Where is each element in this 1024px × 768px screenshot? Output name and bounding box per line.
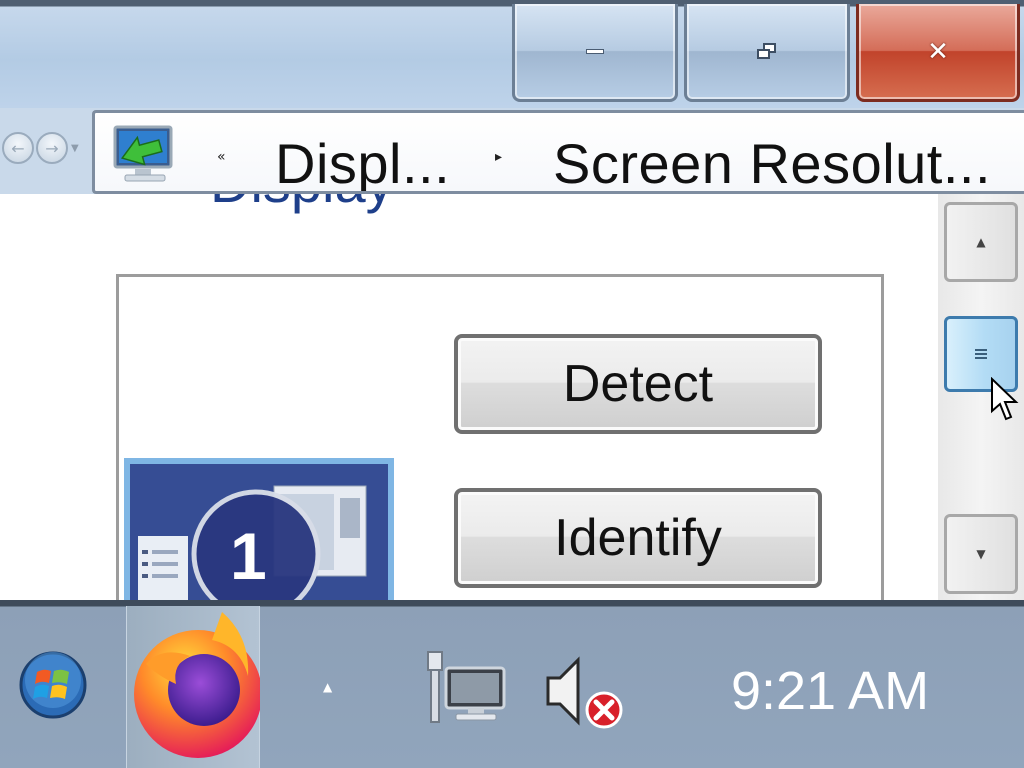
monitor-number-label: 1	[230, 519, 267, 593]
address-bar[interactable]: « Displ... ▸ Screen Resolut...	[92, 110, 1024, 194]
breadcrumb-display[interactable]: Displ...	[275, 131, 450, 191]
scroll-down-button[interactable]: ▼	[944, 514, 1018, 594]
forward-arrow-icon: →	[45, 138, 59, 158]
volume-muted-icon[interactable]	[544, 652, 626, 732]
breadcrumb-overflow-icon[interactable]: «	[217, 149, 226, 165]
breadcrumb-separator-icon[interactable]: ▸	[495, 149, 502, 165]
start-button-icon[interactable]	[18, 650, 88, 720]
detect-button[interactable]: Detect	[454, 334, 822, 434]
breadcrumb-screen-resolution[interactable]: Screen Resolut...	[553, 131, 991, 191]
back-button[interactable]: ←	[2, 132, 34, 164]
grip-icon	[975, 349, 987, 359]
scroll-up-button[interactable]: ▲	[944, 202, 1018, 282]
identify-button[interactable]: Identify	[454, 488, 822, 588]
firefox-icon	[134, 612, 260, 758]
window-title-bar: ✕	[0, 0, 1024, 108]
recent-pages-dropdown-icon[interactable]: ▼	[71, 143, 79, 154]
minimize-icon	[586, 49, 604, 54]
back-arrow-icon: ←	[11, 138, 25, 158]
display-control-panel-icon	[113, 125, 173, 182]
restore-button[interactable]	[684, 4, 850, 102]
content-area: Display Detect Identify 1 ▲ ▼	[0, 194, 1024, 600]
chevron-up-icon: ▲	[976, 235, 986, 249]
show-hidden-icons-button[interactable]: ▲	[323, 680, 332, 694]
restore-icon	[757, 42, 777, 61]
mouse-pointer-icon	[991, 377, 1019, 421]
page-heading: Display	[210, 194, 394, 215]
chevron-down-icon: ▼	[976, 547, 986, 561]
close-icon: ✕	[927, 36, 949, 67]
close-button[interactable]: ✕	[856, 4, 1020, 102]
navigation-buttons: ← → ▼	[2, 132, 79, 164]
network-icon[interactable]	[424, 650, 508, 726]
forward-button[interactable]: →	[36, 132, 68, 164]
taskbar-clock[interactable]: 9:21 AM	[680, 660, 980, 722]
minimize-button[interactable]	[512, 4, 678, 102]
